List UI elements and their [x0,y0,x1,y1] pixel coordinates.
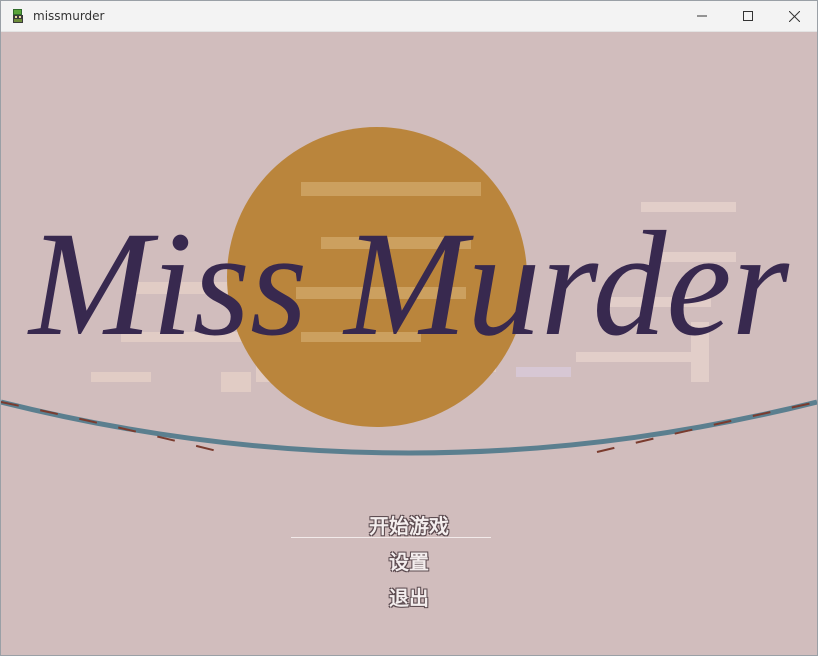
window-title: missmurder [33,9,105,23]
minimize-button[interactable] [679,1,725,31]
settings-button[interactable]: 设置 [1,546,817,575]
game-viewport[interactable]: Miss Murder 开始游戏 设置 退出 [1,32,817,655]
game-logo: Miss Murder [27,201,790,367]
app-icon [13,9,23,23]
title-bar[interactable]: missmurder [1,1,817,32]
exit-button[interactable]: 退出 [1,582,817,611]
maximize-icon [743,11,753,21]
maximize-button[interactable] [725,1,771,31]
close-icon [788,10,800,22]
menu-selection-underline [291,537,491,538]
start-game-button[interactable]: 开始游戏 [1,510,817,539]
game-window: missmurder Miss Murder 开始游戏 设置 退出 [0,0,818,656]
close-button[interactable] [771,1,817,31]
minimize-icon [697,15,707,17]
